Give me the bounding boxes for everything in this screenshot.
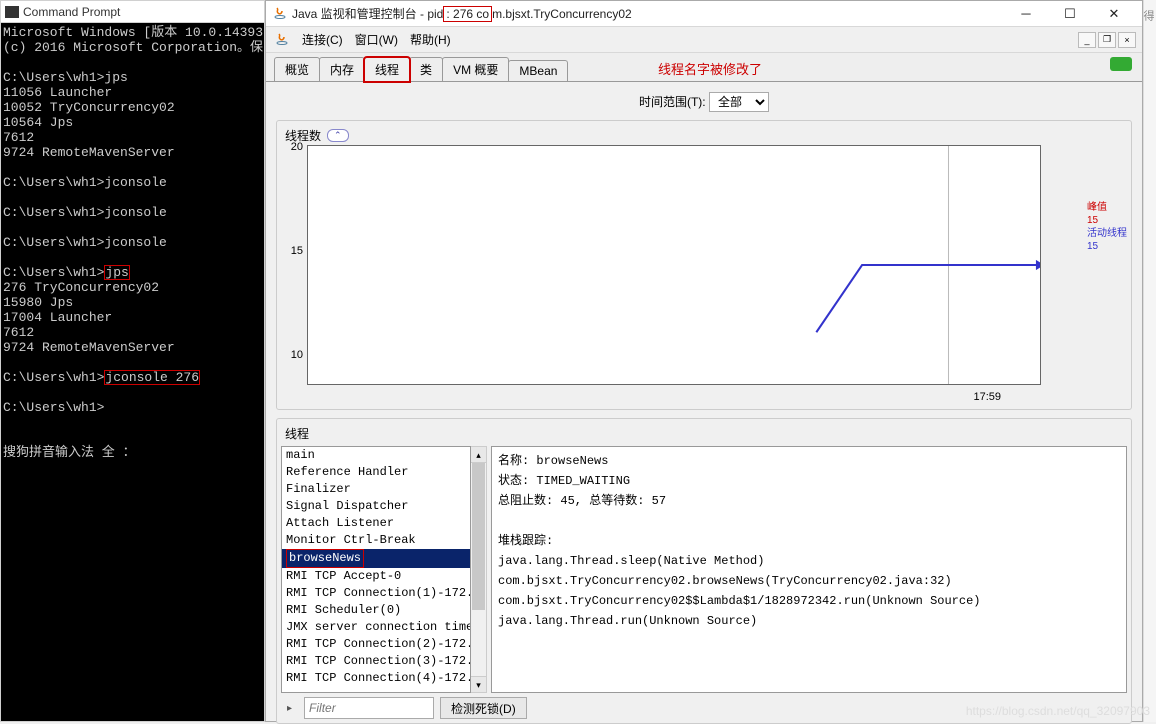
jconsole-title: Java 监视和管理控制台 - pid: 276 com.bjsxt.TryCo… — [292, 5, 1004, 22]
detail-state: TIMED_WAITING — [536, 474, 630, 488]
thread-item[interactable]: main — [282, 447, 470, 464]
legend-peak-label: 峰值 — [1087, 201, 1127, 214]
thread-item[interactable]: RMI TCP Accept-0 — [282, 568, 470, 585]
thread-list[interactable]: mainReference HandlerFinalizerSignal Dis… — [281, 446, 471, 693]
watermark: https://blog.csdn.net/qq_32097903 — [966, 704, 1150, 718]
time-range-row: 时间范围(T): 全部 — [276, 88, 1132, 120]
threads-panel-title: 线程 — [281, 423, 1127, 444]
window-controls: ─ ☐ ✕ — [1004, 2, 1136, 26]
connection-status-icon — [1110, 57, 1132, 71]
stack-line: com.bjsxt.TryConcurrency02.browseNews(Tr… — [498, 571, 1120, 591]
chart-svg — [308, 146, 1040, 384]
menu-help[interactable]: 帮助(H) — [406, 29, 455, 50]
close-button[interactable]: ✕ — [1092, 2, 1136, 26]
scroll-thumb[interactable] — [472, 463, 485, 610]
maximize-button[interactable]: ☐ — [1048, 2, 1092, 26]
cmd-highlight-jps: jps — [104, 265, 129, 280]
x-tick-time: 17:59 — [973, 391, 1001, 403]
stack-line: java.lang.Thread.sleep(Native Method) — [498, 551, 1120, 571]
jconsole-titlebar[interactable]: Java 监视和管理控制台 - pid: 276 com.bjsxt.TryCo… — [266, 1, 1142, 27]
annotation-text: 线程名字被修改了 — [658, 59, 762, 78]
tab-vm[interactable]: VM 概要 — [442, 57, 509, 81]
detail-name: browseNews — [536, 454, 608, 468]
detail-waited: 57 — [652, 494, 666, 508]
thread-item[interactable]: browseNews — [282, 549, 470, 568]
chart-collapse-button[interactable]: ⌃ — [327, 129, 349, 142]
jconsole-window: Java 监视和管理控制台 - pid: 276 com.bjsxt.TryCo… — [265, 0, 1143, 722]
chart-plot-area[interactable] — [307, 145, 1041, 385]
menu-connect[interactable]: 连接(C) — [298, 29, 347, 50]
detect-deadlock-button[interactable]: 检测死锁(D) — [440, 697, 527, 719]
stack-line: com.bjsxt.TryConcurrency02$$Lambda$1/182… — [498, 591, 1120, 611]
expand-arrow-icon[interactable]: ▸ — [281, 703, 298, 714]
stack-trace-label: 堆栈跟踪: — [498, 531, 1120, 551]
time-range-label: 时间范围(T): — [639, 95, 706, 109]
tab-classes[interactable]: 类 — [409, 57, 443, 81]
cmd-title: Command Prompt — [23, 5, 120, 19]
cmd-output[interactable]: Microsoft Windows [版本 10.0.14393 (c) 201… — [1, 23, 264, 721]
java-icon — [272, 6, 288, 22]
stack-line: java.lang.Thread.run(Unknown Source) — [498, 611, 1120, 631]
legend-peak-value: 15 — [1087, 214, 1127, 227]
cmd-icon — [5, 6, 19, 18]
title-pid-highlight: : 276 co — [443, 6, 492, 22]
y-tick-10: 10 — [285, 349, 303, 361]
ime-status: 搜狗拼音输入法 全 ： — [3, 445, 136, 460]
tab-mbeans[interactable]: MBean — [508, 60, 568, 81]
thread-count-chart-panel: 线程数 ⌃ 20 15 10 17:59 峰值 15 活动线程 15 — [276, 120, 1132, 410]
mdi-minimize[interactable]: _ — [1078, 32, 1096, 48]
thread-item[interactable]: Reference Handler — [282, 464, 470, 481]
cmd-titlebar[interactable]: Command Prompt — [1, 1, 264, 23]
detail-blocked: 45, — [560, 494, 582, 508]
time-range-select[interactable]: 全部 — [709, 92, 769, 112]
jconsole-menubar: 连接(C) 窗口(W) 帮助(H) _ ❐ × — [266, 27, 1142, 53]
right-edge-strip: 得 — [1143, 0, 1156, 722]
thread-list-scrollbar[interactable]: ▴ ▾ — [471, 446, 487, 693]
thread-item[interactable]: RMI Scheduler(0) — [282, 602, 470, 619]
scroll-up-button[interactable]: ▴ — [471, 447, 486, 463]
tab-threads[interactable]: 线程 — [364, 57, 410, 82]
thread-item[interactable]: RMI TCP Connection(1)-172.16.0 — [282, 585, 470, 602]
scroll-down-button[interactable]: ▾ — [471, 676, 486, 692]
thread-item[interactable]: RMI TCP Connection(3)-172.16.0 — [282, 653, 470, 670]
chart-title-row: 线程数 ⌃ — [281, 125, 1127, 146]
thread-item[interactable]: Attach Listener — [282, 515, 470, 532]
thread-item[interactable]: RMI TCP Connection(2)-172.16.0 — [282, 636, 470, 653]
threads-tab-content: 时间范围(T): 全部 线程数 ⌃ 20 15 10 17:59 峰值 15 — [266, 82, 1142, 724]
tab-overview[interactable]: 概览 — [274, 57, 320, 81]
legend-live-value: 15 — [1087, 240, 1127, 253]
mdi-controls: _ ❐ × — [1078, 32, 1136, 48]
filter-input[interactable] — [304, 697, 434, 719]
y-tick-15: 15 — [285, 245, 303, 257]
mdi-restore[interactable]: ❐ — [1098, 32, 1116, 48]
threads-panel: 线程 mainReference HandlerFinalizerSignal … — [276, 418, 1132, 724]
thread-item[interactable]: JMX server connection timeout — [282, 619, 470, 636]
menu-window[interactable]: 窗口(W) — [351, 29, 402, 50]
minimize-button[interactable]: ─ — [1004, 2, 1048, 26]
cmd-highlight-jconsole: jconsole 276 — [104, 370, 200, 385]
command-prompt-window: Command Prompt Microsoft Windows [版本 10.… — [0, 0, 265, 722]
thread-item[interactable]: RMI TCP Connection(4)-172.16.0 — [282, 670, 470, 687]
thread-item[interactable]: Finalizer — [282, 481, 470, 498]
mdi-close[interactable]: × — [1118, 32, 1136, 48]
thread-detail[interactable]: 名称: browseNews 状态: TIMED_WAITING 总阻止数: 4… — [491, 446, 1127, 693]
chart-legend: 峰值 15 活动线程 15 — [1087, 201, 1127, 253]
thread-item[interactable]: Monitor Ctrl-Break — [282, 532, 470, 549]
tab-memory[interactable]: 内存 — [319, 57, 365, 81]
legend-live-label: 活动线程 — [1087, 227, 1127, 240]
thread-item[interactable]: Signal Dispatcher — [282, 498, 470, 515]
y-tick-20: 20 — [285, 141, 303, 153]
java-icon — [274, 32, 290, 48]
